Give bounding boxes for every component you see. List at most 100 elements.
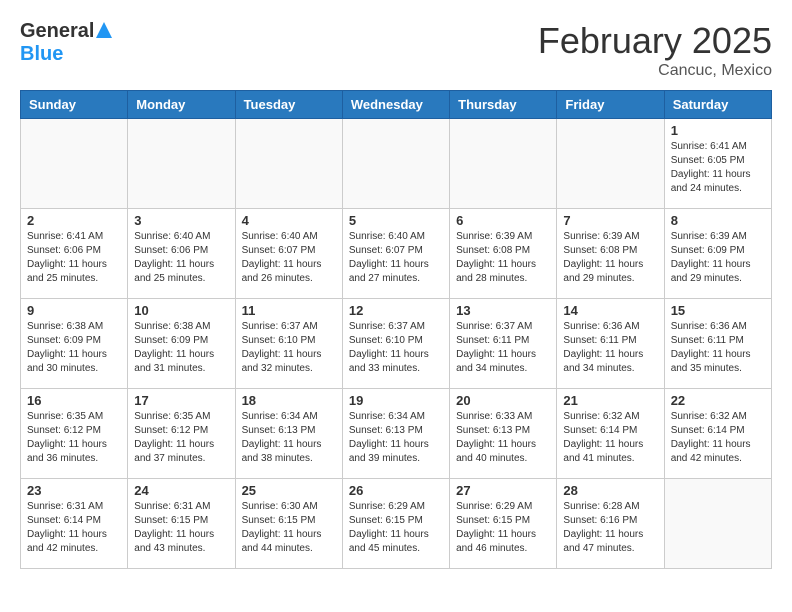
- day-number: 9: [27, 303, 121, 318]
- day-number: 5: [349, 213, 443, 228]
- calendar-cell: 10 Sunrise: 6:38 AM Sunset: 6:09 PM Dayli…: [128, 299, 235, 389]
- calendar-cell: 17Sunrise: 6:35 AM Sunset: 6:12 PM Dayli…: [128, 389, 235, 479]
- calendar-cell: 21 Sunrise: 6:32 AM Sunset: 6:14 PM Dayli…: [557, 389, 664, 479]
- day-number: 14: [563, 303, 657, 318]
- day-info: Sunrise: 6:41 AM Sunset: 6:06 PM Dayligh…: [27, 230, 121, 286]
- day-info: Sunrise: 6:35 AM Sunset: 6:12 PM Dayligh…: [27, 410, 121, 466]
- logo-general-text: General: [20, 20, 94, 43]
- day-info: Sunrise: 6:38 AM Sunset: 6:09 PM Dayligh…: [134, 320, 228, 376]
- page-header: General Blue February 2025 Cancuc, Mexic…: [20, 20, 772, 80]
- column-header-sunday: Sunday: [21, 91, 128, 119]
- day-number: 24: [134, 483, 228, 498]
- day-info: Sunrise: 6:30 AM Sunset: 6:15 PM Dayligh…: [242, 500, 336, 556]
- day-info: Sunrise: 6:29 AM Sunset: 6:15 PM Dayligh…: [349, 500, 443, 556]
- day-info: Sunrise: 6:28 AM Sunset: 6:16 PM Dayligh…: [563, 500, 657, 556]
- column-header-wednesday: Wednesday: [342, 91, 449, 119]
- day-info: Sunrise: 6:37 AM Sunset: 6:10 PM Dayligh…: [242, 320, 336, 376]
- calendar-cell: 25 Sunrise: 6:30 AM Sunset: 6:15 PM Dayli…: [235, 479, 342, 569]
- day-info: Sunrise: 6:39 AM Sunset: 6:09 PM Dayligh…: [671, 230, 765, 286]
- day-info: Sunrise: 6:34 AM Sunset: 6:13 PM Dayligh…: [242, 410, 336, 466]
- calendar-cell: [235, 119, 342, 209]
- calendar-cell: 11 Sunrise: 6:37 AM Sunset: 6:10 PM Dayli…: [235, 299, 342, 389]
- calendar-cell: 8 Sunrise: 6:39 AM Sunset: 6:09 PM Daylig…: [664, 209, 771, 299]
- day-number: 19: [349, 393, 443, 408]
- day-number: 27: [456, 483, 550, 498]
- day-number: 8: [671, 213, 765, 228]
- calendar-cell: 5 Sunrise: 6:40 AM Sunset: 6:07 PM Daylig…: [342, 209, 449, 299]
- day-info: Sunrise: 6:36 AM Sunset: 6:11 PM Dayligh…: [671, 320, 765, 376]
- day-number: 20: [456, 393, 550, 408]
- day-number: 13: [456, 303, 550, 318]
- calendar-cell: 16 Sunrise: 6:35 AM Sunset: 6:12 PM Dayli…: [21, 389, 128, 479]
- day-info: Sunrise: 6:38 AM Sunset: 6:09 PM Dayligh…: [27, 320, 121, 376]
- day-number: 10: [134, 303, 228, 318]
- day-number: 17: [134, 393, 228, 408]
- day-number: 1: [671, 123, 765, 138]
- day-info: Sunrise: 6:40 AM Sunset: 6:06 PM Dayligh…: [134, 230, 228, 286]
- week-row-2: 2 Sunrise: 6:41 AM Sunset: 6:06 PM Daylig…: [21, 209, 772, 299]
- week-row-5: 23 Sunrise: 6:31 AM Sunset: 6:14 PM Dayli…: [21, 479, 772, 569]
- week-row-4: 16 Sunrise: 6:35 AM Sunset: 6:12 PM Dayli…: [21, 389, 772, 479]
- calendar-cell: 1Sunrise: 6:41 AM Sunset: 6:05 PM Daylig…: [664, 119, 771, 209]
- day-number: 22: [671, 393, 765, 408]
- day-number: 25: [242, 483, 336, 498]
- day-number: 23: [27, 483, 121, 498]
- calendar-cell: 15 Sunrise: 6:36 AM Sunset: 6:11 PM Dayli…: [664, 299, 771, 389]
- week-row-3: 9 Sunrise: 6:38 AM Sunset: 6:09 PM Daylig…: [21, 299, 772, 389]
- calendar-cell: [21, 119, 128, 209]
- calendar-cell: 6 Sunrise: 6:39 AM Sunset: 6:08 PM Daylig…: [450, 209, 557, 299]
- column-header-tuesday: Tuesday: [235, 91, 342, 119]
- calendar-table: SundayMondayTuesdayWednesdayThursdayFrid…: [20, 90, 772, 569]
- day-number: 11: [242, 303, 336, 318]
- day-number: 4: [242, 213, 336, 228]
- day-number: 6: [456, 213, 550, 228]
- calendar-cell: [128, 119, 235, 209]
- month-year-title: February 2025: [538, 20, 772, 62]
- day-number: 16: [27, 393, 121, 408]
- logo: General Blue: [20, 20, 112, 66]
- day-info: Sunrise: 6:32 AM Sunset: 6:14 PM Dayligh…: [563, 410, 657, 466]
- day-number: 28: [563, 483, 657, 498]
- column-header-monday: Monday: [128, 91, 235, 119]
- calendar-header-row: SundayMondayTuesdayWednesdayThursdayFrid…: [21, 91, 772, 119]
- calendar-cell: 12Sunrise: 6:37 AM Sunset: 6:10 PM Dayli…: [342, 299, 449, 389]
- calendar-cell: 13 Sunrise: 6:37 AM Sunset: 6:11 PM Dayli…: [450, 299, 557, 389]
- week-row-1: 1Sunrise: 6:41 AM Sunset: 6:05 PM Daylig…: [21, 119, 772, 209]
- day-info: Sunrise: 6:29 AM Sunset: 6:15 PM Dayligh…: [456, 500, 550, 556]
- calendar-cell: 20 Sunrise: 6:33 AM Sunset: 6:13 PM Dayli…: [450, 389, 557, 479]
- calendar-cell: 2 Sunrise: 6:41 AM Sunset: 6:06 PM Daylig…: [21, 209, 128, 299]
- calendar-cell: 9 Sunrise: 6:38 AM Sunset: 6:09 PM Daylig…: [21, 299, 128, 389]
- location-subtitle: Cancuc, Mexico: [538, 62, 772, 80]
- day-number: 15: [671, 303, 765, 318]
- calendar-cell: 23 Sunrise: 6:31 AM Sunset: 6:14 PM Dayli…: [21, 479, 128, 569]
- day-info: Sunrise: 6:31 AM Sunset: 6:14 PM Dayligh…: [27, 500, 121, 556]
- day-info: Sunrise: 6:40 AM Sunset: 6:07 PM Dayligh…: [349, 230, 443, 286]
- calendar-cell: [557, 119, 664, 209]
- calendar-cell: 24 Sunrise: 6:31 AM Sunset: 6:15 PM Dayli…: [128, 479, 235, 569]
- title-block: February 2025 Cancuc, Mexico: [538, 20, 772, 80]
- day-number: 2: [27, 213, 121, 228]
- calendar-cell: [342, 119, 449, 209]
- calendar-cell: 27 Sunrise: 6:29 AM Sunset: 6:15 PM Dayli…: [450, 479, 557, 569]
- day-number: 12: [349, 303, 443, 318]
- calendar-cell: [664, 479, 771, 569]
- calendar-cell: 19Sunrise: 6:34 AM Sunset: 6:13 PM Dayli…: [342, 389, 449, 479]
- day-info: Sunrise: 6:31 AM Sunset: 6:15 PM Dayligh…: [134, 500, 228, 556]
- calendar-cell: 26 Sunrise: 6:29 AM Sunset: 6:15 PM Dayli…: [342, 479, 449, 569]
- calendar-cell: 28 Sunrise: 6:28 AM Sunset: 6:16 PM Dayli…: [557, 479, 664, 569]
- day-info: Sunrise: 6:39 AM Sunset: 6:08 PM Dayligh…: [456, 230, 550, 286]
- day-info: Sunrise: 6:39 AM Sunset: 6:08 PM Dayligh…: [563, 230, 657, 286]
- day-info: Sunrise: 6:33 AM Sunset: 6:13 PM Dayligh…: [456, 410, 550, 466]
- day-number: 26: [349, 483, 443, 498]
- day-number: 3: [134, 213, 228, 228]
- day-number: 7: [563, 213, 657, 228]
- day-info: Sunrise: 6:37 AM Sunset: 6:11 PM Dayligh…: [456, 320, 550, 376]
- day-info: Sunrise: 6:36 AM Sunset: 6:11 PM Dayligh…: [563, 320, 657, 376]
- logo-blue-text: Blue: [20, 43, 63, 65]
- column-header-thursday: Thursday: [450, 91, 557, 119]
- day-number: 21: [563, 393, 657, 408]
- column-header-saturday: Saturday: [664, 91, 771, 119]
- day-info: Sunrise: 6:40 AM Sunset: 6:07 PM Dayligh…: [242, 230, 336, 286]
- calendar-cell: 14 Sunrise: 6:36 AM Sunset: 6:11 PM Dayli…: [557, 299, 664, 389]
- calendar-cell: 4 Sunrise: 6:40 AM Sunset: 6:07 PM Daylig…: [235, 209, 342, 299]
